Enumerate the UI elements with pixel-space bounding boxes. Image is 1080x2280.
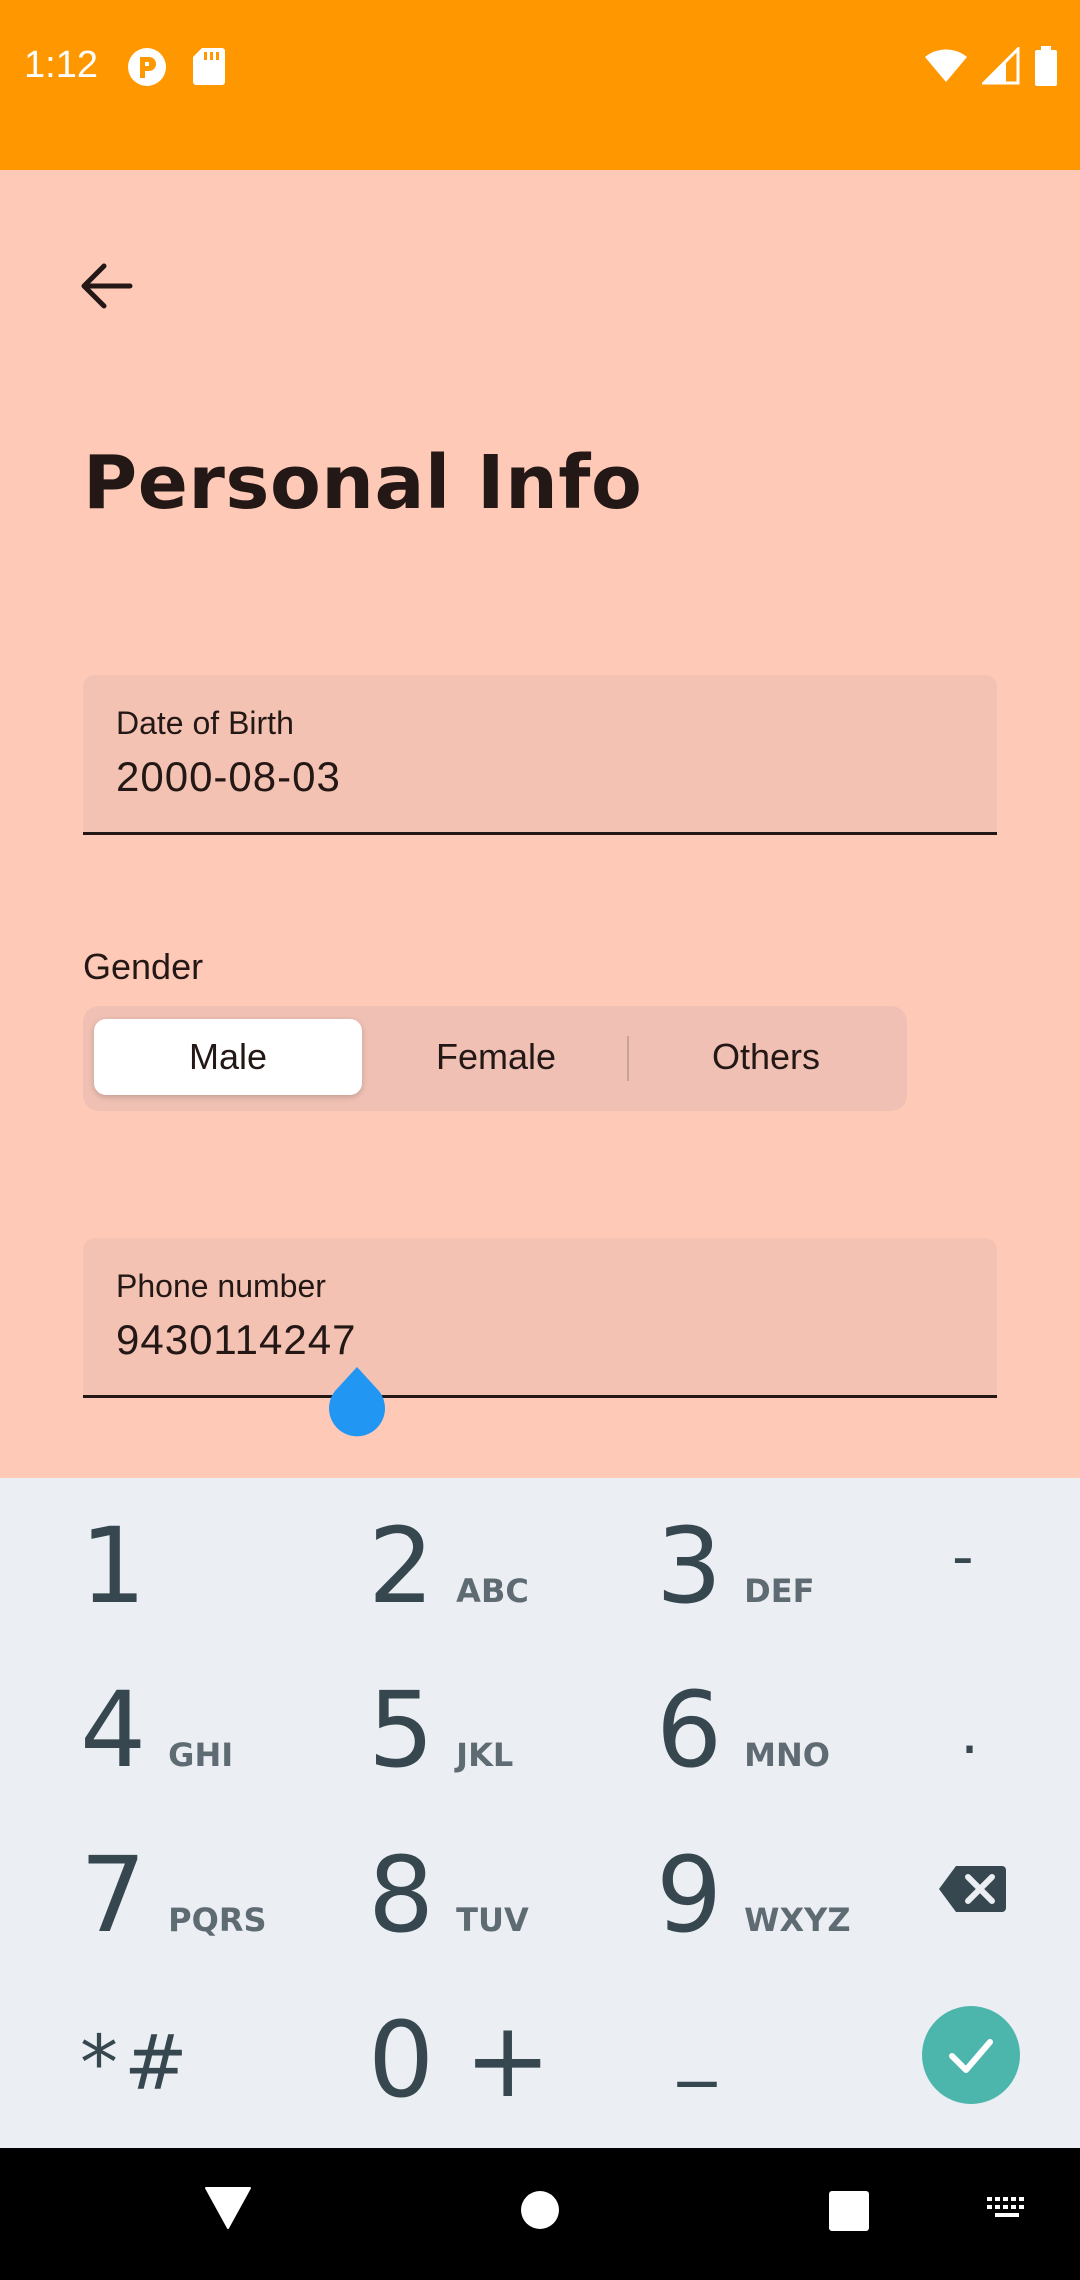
segment-divider (627, 1036, 629, 1081)
key-8[interactable]: 8 TUV (368, 1843, 529, 1947)
gender-option-male[interactable]: Male (94, 1019, 362, 1095)
dob-value: 2000-08-03 (116, 753, 341, 800)
key-6[interactable]: 6 MNO (656, 1678, 830, 1782)
key-dash[interactable]: - (952, 1522, 974, 1592)
gender-label: Gender (83, 946, 204, 987)
cell-signal-icon (982, 47, 1020, 85)
gender-option-others[interactable]: Others (633, 1019, 899, 1095)
status-bar: 1:12 (0, 0, 1080, 170)
key-7[interactable]: 7 PQRS (80, 1843, 267, 1947)
wifi-icon (925, 49, 967, 82)
status-time: 1:12 (24, 44, 98, 86)
key-2[interactable]: 2 ABC (368, 1514, 529, 1618)
key-4[interactable]: 4 GHI (80, 1678, 233, 1782)
keyboard-switch-icon[interactable] (986, 2196, 1030, 2226)
gender-segmented-control: Male Female Others (83, 1006, 907, 1111)
key-dot[interactable]: . (960, 1698, 979, 1768)
key-5[interactable]: 5 JKL (368, 1678, 513, 1782)
recents-square-icon[interactable] (828, 2190, 870, 2232)
back-triangle-icon[interactable] (204, 2186, 252, 2230)
dob-label: Date of Birth (116, 705, 294, 741)
app-notification-icon (128, 48, 166, 86)
phone-field[interactable]: Phone number 9430114247 (83, 1238, 997, 1398)
phone-value: 9430114247 (116, 1316, 357, 1363)
arrow-back-icon[interactable] (70, 250, 142, 322)
phone-label: Phone number (116, 1268, 326, 1304)
navigation-bar (0, 2148, 1080, 2280)
check-icon (949, 2039, 993, 2073)
key-1[interactable]: 1 (80, 1514, 146, 1618)
status-icons (924, 46, 1058, 86)
battery-icon (1035, 46, 1057, 86)
backspace-icon[interactable] (938, 1864, 1008, 1914)
key-0[interactable]: 0 + (368, 2008, 551, 2112)
numeric-keyboard: 1 2 ABC 3 DEF - 4 GHI 5 JKL 6 MNO . 7 PQRS 8 TU… (0, 1478, 1080, 2148)
key-3[interactable]: 3 DEF (656, 1514, 814, 1618)
done-button[interactable] (922, 2006, 1020, 2104)
page-title: Personal Info (83, 440, 643, 526)
sd-card-icon (193, 48, 225, 85)
key-9[interactable]: 9 WXYZ (656, 1843, 851, 1947)
gender-option-female[interactable]: Female (368, 1019, 624, 1095)
dob-field[interactable]: Date of Birth 2000-08-03 (83, 675, 997, 835)
key-star-hash[interactable]: *# (80, 2018, 194, 2107)
key-space[interactable]: _ (678, 1998, 716, 2087)
home-circle-icon[interactable] (520, 2190, 560, 2230)
text-cursor-handle[interactable] (325, 1365, 389, 1439)
